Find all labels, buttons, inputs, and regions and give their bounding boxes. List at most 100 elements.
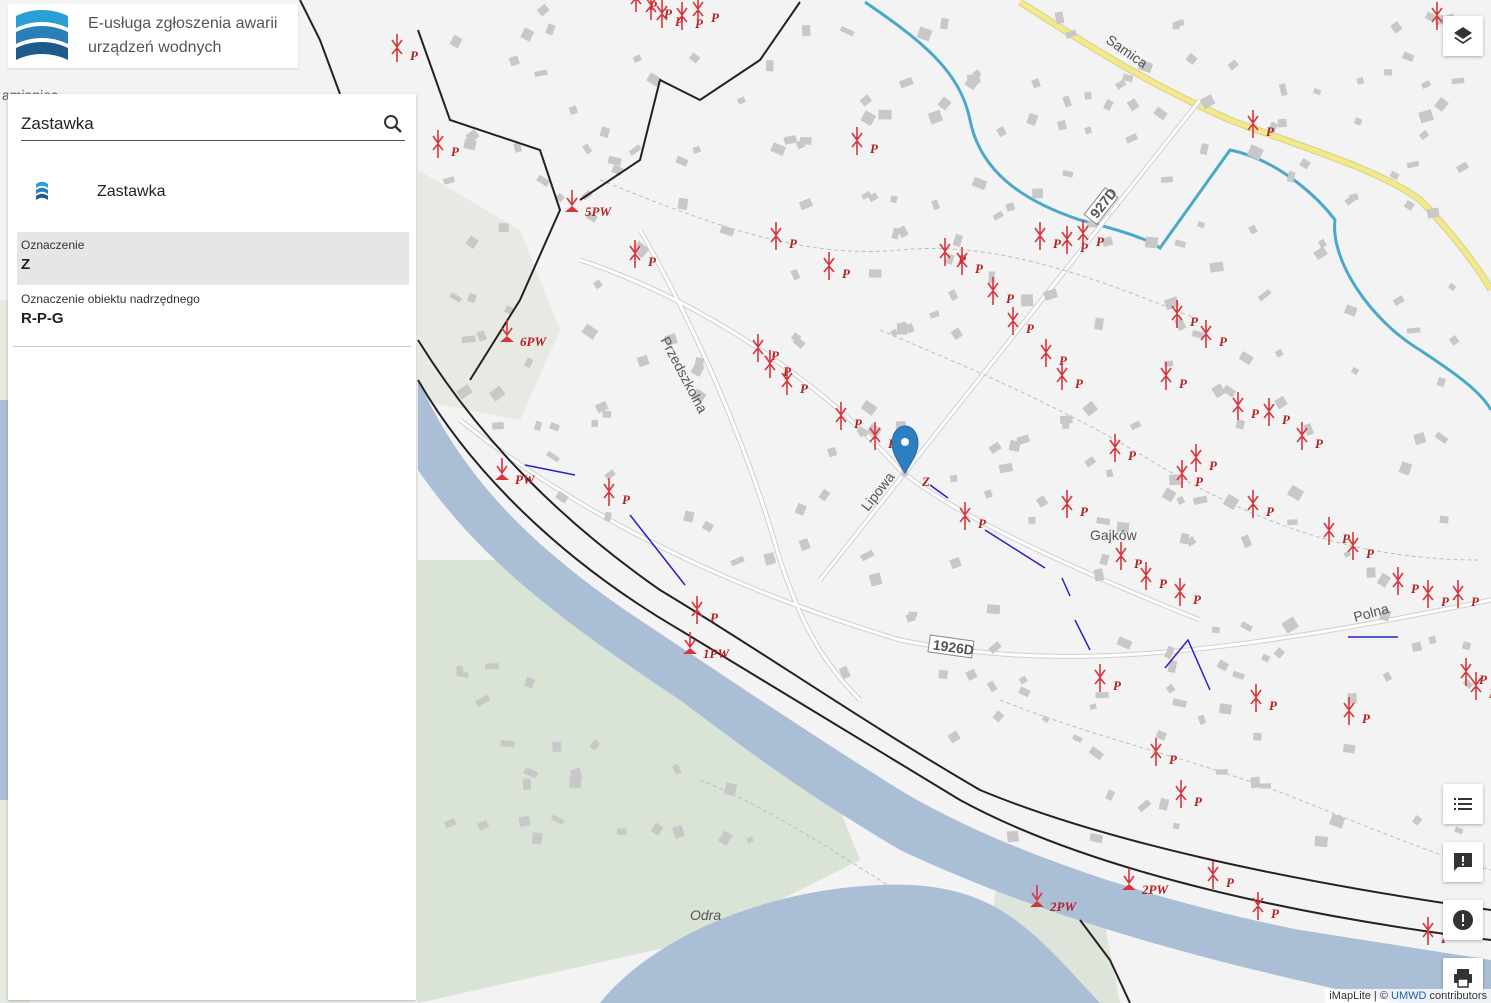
svg-text:P: P <box>1219 334 1228 349</box>
attribution-suffix: contributors <box>1429 990 1487 1002</box>
building <box>1439 515 1449 524</box>
search-input[interactable]: Zastawka <box>21 114 381 134</box>
svg-text:P: P <box>1342 531 1351 546</box>
building <box>522 778 532 790</box>
svg-text:P: P <box>1080 504 1089 519</box>
building <box>938 669 949 680</box>
svg-text:P: P <box>1193 592 1202 607</box>
result-label: Zastawka <box>97 183 166 200</box>
attribute-value: Z <box>21 256 31 273</box>
attribute-value: R-P-G <box>21 310 64 327</box>
building <box>950 474 958 483</box>
building <box>988 271 995 284</box>
panel-divider <box>13 346 411 347</box>
svg-text:P: P <box>1226 875 1235 890</box>
report-button[interactable] <box>1443 842 1483 882</box>
building <box>1253 732 1262 741</box>
attribute-row-oznaczenie: Oznaczenie Z <box>17 232 409 285</box>
result-item[interactable]: Zastawka <box>17 166 407 218</box>
svg-text:P: P <box>1006 291 1015 306</box>
building <box>802 24 811 37</box>
svg-text:P: P <box>978 516 987 531</box>
legend-button[interactable] <box>1443 784 1483 824</box>
svg-text:5PW: 5PW <box>585 204 612 219</box>
svg-text:P: P <box>1441 594 1450 609</box>
building <box>1006 830 1019 843</box>
building <box>1277 118 1287 128</box>
svg-text:P: P <box>1271 906 1280 921</box>
building <box>1028 516 1036 524</box>
building <box>551 741 562 753</box>
svg-text:6PW: 6PW <box>520 334 547 349</box>
svg-text:P: P <box>1315 436 1324 451</box>
print-icon <box>1454 969 1472 988</box>
building <box>1172 822 1180 830</box>
building <box>616 828 627 836</box>
svg-text:P: P <box>1282 412 1291 427</box>
svg-text:P: P <box>1362 711 1371 726</box>
building <box>1287 519 1298 526</box>
building <box>602 410 612 418</box>
search-icon[interactable] <box>381 112 405 136</box>
building <box>1314 835 1329 848</box>
svg-text:P: P <box>1251 406 1260 421</box>
feedback-icon <box>1454 853 1472 871</box>
building <box>591 419 598 427</box>
feature-type-icon <box>36 181 48 200</box>
search-box[interactable]: Zastawka <box>21 108 405 141</box>
building <box>1250 776 1261 789</box>
list-icon <box>1454 798 1472 810</box>
svg-text:P: P <box>1266 504 1275 519</box>
building <box>986 604 1001 615</box>
selected-feature-label: Z <box>921 474 930 489</box>
logo-icon[interactable] <box>12 6 72 66</box>
building <box>677 197 689 211</box>
building <box>765 60 774 72</box>
svg-text:P: P <box>1266 124 1275 139</box>
alert-circle-icon <box>1453 910 1473 930</box>
building <box>1172 22 1180 30</box>
svg-text:P: P <box>711 10 720 25</box>
app-header: E-usługa zgłoszenia awarii urządzeń wodn… <box>8 4 298 68</box>
building <box>1211 626 1221 634</box>
attribution-prefix: iMapLite | © <box>1329 990 1388 1002</box>
svg-text:P: P <box>1169 752 1178 767</box>
svg-text:P: P <box>800 381 809 396</box>
svg-text:PW: PW <box>515 472 536 487</box>
svg-text:P: P <box>1026 321 1035 336</box>
svg-text:P: P <box>710 610 719 625</box>
place-label-gajkow: Gajków <box>1090 527 1138 543</box>
building <box>878 109 892 120</box>
svg-text:P: P <box>1128 448 1137 463</box>
building <box>1384 69 1393 76</box>
svg-text:P: P <box>622 492 631 507</box>
attribute-row-parent: Oznaczenie obiektu nadrzędnego R-P-G <box>17 286 409 339</box>
attribution-link[interactable]: UMWD <box>1391 990 1426 1002</box>
building <box>1144 236 1159 249</box>
svg-text:P: P <box>1096 234 1105 249</box>
building <box>1216 769 1228 775</box>
building <box>1366 567 1376 578</box>
building <box>1259 783 1272 789</box>
river-label-odra: Odra <box>690 907 721 923</box>
building <box>1342 743 1356 754</box>
building <box>1008 439 1021 453</box>
alert-button[interactable] <box>1443 900 1483 940</box>
svg-text:2PW: 2PW <box>1141 882 1169 897</box>
svg-text:P: P <box>451 144 460 159</box>
map-attribution: iMapLite | © UMWD contributors <box>1325 989 1491 1003</box>
building <box>484 663 499 670</box>
svg-text:P: P <box>1366 546 1375 561</box>
building <box>492 422 504 430</box>
building <box>1032 188 1044 199</box>
attribute-label: Oznaczenie obiektu nadrzędnego <box>21 292 200 306</box>
app-title: E-usługa zgłoszenia awarii urządzeń wodn… <box>88 12 288 60</box>
svg-text:2PW: 2PW <box>1049 899 1077 914</box>
svg-text:P: P <box>1411 581 1420 596</box>
svg-text:P: P <box>1179 376 1188 391</box>
building <box>1059 415 1073 424</box>
svg-text:P: P <box>1113 678 1122 693</box>
layers-button[interactable] <box>1443 16 1483 56</box>
building <box>518 815 531 827</box>
svg-text:P: P <box>1190 314 1199 329</box>
